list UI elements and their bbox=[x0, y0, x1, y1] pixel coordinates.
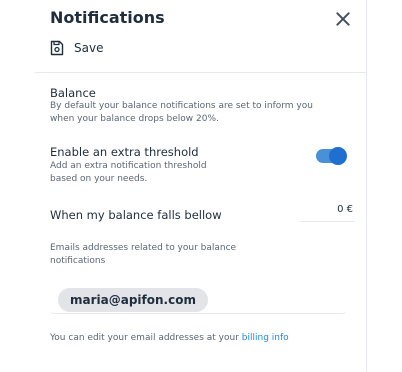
notifications-panel: Notifications Save Balance By default yo… bbox=[0, 0, 366, 372]
email-chip[interactable]: maria@apifon.com bbox=[58, 288, 208, 312]
footer-note: You can edit your email addresses at you… bbox=[50, 332, 320, 345]
extra-threshold-heading: Enable an extra threshold bbox=[50, 145, 199, 159]
extra-threshold-toggle[interactable] bbox=[316, 147, 347, 165]
save-button[interactable]: Save bbox=[50, 38, 103, 58]
save-label: Save bbox=[74, 41, 104, 55]
header-divider bbox=[35, 72, 366, 73]
balance-falls-label: When my balance falls bellow bbox=[50, 208, 222, 222]
balance-heading: Balance bbox=[50, 86, 96, 100]
billing-info-link[interactable]: billing info bbox=[242, 333, 289, 343]
close-icon[interactable] bbox=[334, 10, 352, 28]
toggle-knob bbox=[329, 147, 347, 165]
balance-description: By default your balance notifications ar… bbox=[50, 101, 313, 124]
emails-description: Emails addresses related to your balance… bbox=[50, 243, 237, 266]
extra-threshold-description: Add an extra notification threshold base… bbox=[50, 161, 207, 184]
page-title: Notifications bbox=[50, 8, 165, 27]
save-icon bbox=[50, 40, 64, 56]
threshold-amount-input[interactable]: 0 € bbox=[300, 200, 355, 222]
footer-text: You can edit your email addresses at you… bbox=[50, 333, 242, 343]
panel-border bbox=[366, 0, 367, 372]
